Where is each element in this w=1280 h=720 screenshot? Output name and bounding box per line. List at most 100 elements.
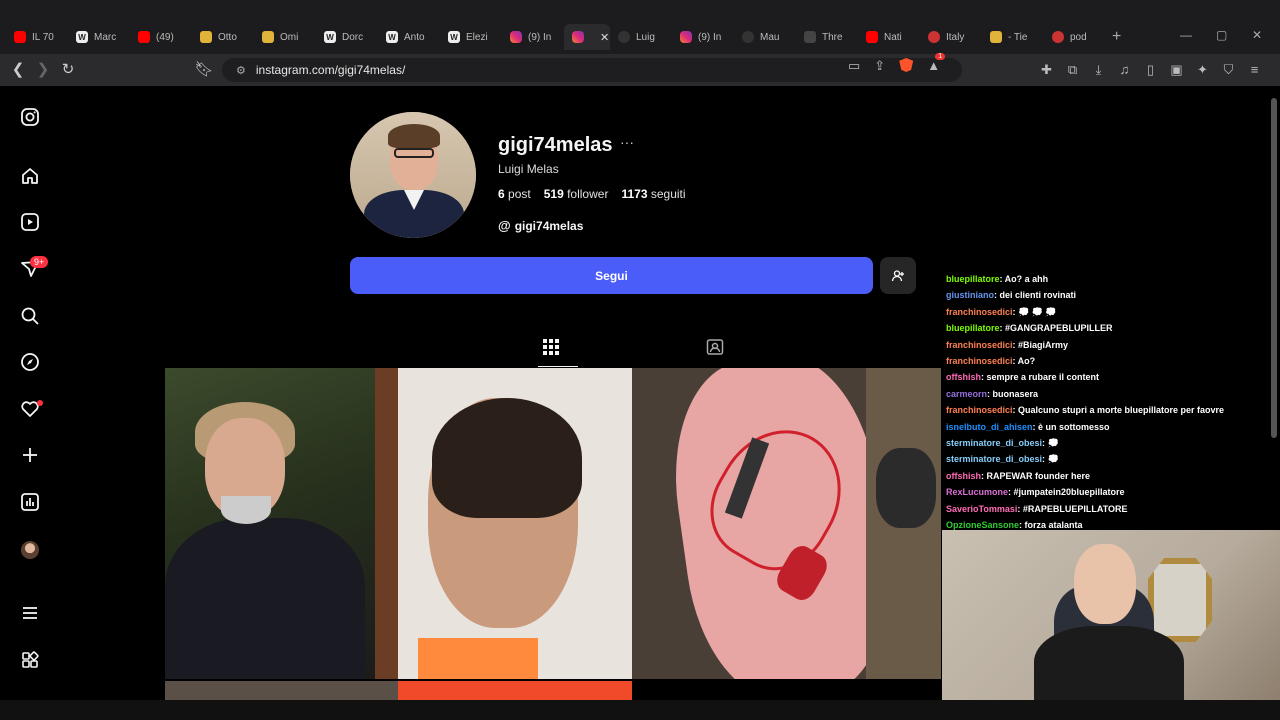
- scrollbar-thumb[interactable]: [1271, 98, 1277, 438]
- reels-icon[interactable]: [20, 212, 40, 232]
- browser-tab[interactable]: - Tie: [982, 24, 1044, 50]
- extensions-icon[interactable]: ✚: [1040, 62, 1053, 78]
- also-from-meta-icon[interactable]: [20, 650, 40, 670]
- search-icon[interactable]: [20, 306, 40, 326]
- browser-tab-strip: IL 70 W Marc (49) Otto Omi W Dorc W Anto W Elezi (9)…: [0, 0, 1280, 54]
- screenshot-icon[interactable]: ⧉: [1066, 62, 1079, 78]
- chat-username: SaverioTommasi: [946, 503, 1018, 514]
- browser-tab[interactable]: (49): [130, 24, 192, 50]
- url-text: instagram.com/gigi74melas/: [255, 63, 406, 77]
- browser-tab[interactable]: Mau: [734, 24, 796, 50]
- browser-tab[interactable]: W Elezi: [440, 24, 502, 50]
- chat-message: giustiniano: dei clienti rovinati: [946, 287, 1280, 303]
- home-icon[interactable]: [20, 166, 40, 186]
- chat-message: SaverioTommasi: #RAPEBLUEPILLATORE: [946, 501, 1280, 517]
- dashboard-icon[interactable]: [20, 492, 40, 512]
- browser-tab[interactable]: pod: [1044, 24, 1106, 50]
- browser-tab[interactable]: IL 70: [6, 24, 68, 50]
- brave-rewards-icon[interactable]: ▲ 1: [927, 53, 946, 74]
- chat-text: : #jumpatein20bluepillatore: [1008, 487, 1125, 498]
- threads-link[interactable]: @ gigi74melas: [498, 218, 583, 233]
- leo-icon[interactable]: ✦: [1196, 62, 1209, 78]
- browser-tab[interactable]: Omi: [254, 24, 316, 50]
- forward-icon[interactable]: ❯: [33, 60, 53, 78]
- share-icon[interactable]: ⇪: [874, 58, 885, 74]
- post-thumbnail[interactable]: [866, 368, 941, 679]
- browser-tab[interactable]: (9) In: [502, 24, 564, 50]
- youtube-icon: [866, 31, 878, 43]
- post-thumbnail[interactable]: [632, 368, 866, 679]
- profile-avatar-small[interactable]: [21, 541, 39, 559]
- browser-tab[interactable]: (9) In: [672, 24, 734, 50]
- browser-tab[interactable]: W Anto: [378, 24, 440, 50]
- site-icon: [990, 31, 1002, 43]
- chat-text: : dei clienti rovinati: [994, 290, 1077, 301]
- following-stat[interactable]: 1173 seguiti: [621, 187, 685, 201]
- chat-text: : forza atalanta: [1019, 520, 1083, 531]
- browser-tab[interactable]: Otto: [192, 24, 254, 50]
- chat-text: : #RAPEBLUEPILLATORE: [1017, 503, 1128, 514]
- following-label: seguiti: [650, 187, 686, 201]
- browser-tab[interactable]: W Marc: [68, 24, 130, 50]
- tagged-icon: [706, 339, 724, 355]
- followers-count: 519: [543, 187, 564, 201]
- chat-text: : RAPEWAR founder here: [981, 470, 1091, 481]
- options-icon[interactable]: ···: [620, 134, 634, 150]
- tab-title: Omi: [280, 31, 299, 43]
- profile-picture[interactable]: [350, 112, 476, 238]
- tagged-tab[interactable]: [706, 338, 724, 361]
- maximize-icon[interactable]: ▢: [1216, 28, 1227, 42]
- wikipedia-icon: W: [386, 31, 398, 43]
- follow-button[interactable]: Segui: [350, 257, 873, 294]
- download-icon[interactable]: ⤓: [1092, 62, 1105, 78]
- new-tab-button[interactable]: +: [1112, 28, 1121, 46]
- browser-tab[interactable]: ✕: [564, 24, 610, 50]
- chat-text: : #BiagiArmy: [1012, 339, 1069, 350]
- messages-badge: 9+: [30, 256, 49, 268]
- bookmark-icon[interactable]: 🔖︎: [194, 60, 214, 78]
- minimize-icon[interactable]: —: [1180, 28, 1192, 42]
- tab-title: IL 70: [32, 31, 54, 43]
- vpn-icon[interactable]: ⛉: [1222, 62, 1235, 78]
- site-info-icon[interactable]: ⚙: [236, 64, 246, 77]
- youtube-icon: [138, 31, 150, 43]
- close-tab-icon[interactable]: ✕: [600, 31, 609, 44]
- sidebar-toggle-icon[interactable]: ▯: [1144, 62, 1157, 78]
- browser-tab[interactable]: Nati: [858, 24, 920, 50]
- browser-tab[interactable]: Italy: [920, 24, 982, 50]
- create-icon[interactable]: [20, 445, 40, 465]
- browser-tab[interactable]: W Dorc: [316, 24, 378, 50]
- tab-title: Otto: [218, 31, 237, 43]
- suggested-users-button[interactable]: [880, 257, 916, 294]
- posts-grid-tab[interactable]: [542, 338, 560, 361]
- browser-tab[interactable]: Luig: [610, 24, 672, 50]
- page-scrollbar[interactable]: [1270, 86, 1278, 700]
- close-window-icon[interactable]: ✕: [1252, 28, 1262, 42]
- chat-message: franchinosedici: Ao?: [946, 353, 1280, 369]
- wallet-icon[interactable]: ▣: [1170, 62, 1183, 78]
- more-menu-icon[interactable]: [20, 603, 40, 623]
- explore-icon[interactable]: [20, 352, 40, 372]
- add-person-icon: [891, 269, 904, 281]
- profile-stats: 6 post 519 follower 1173 seguiti: [498, 187, 686, 201]
- brave-shields-icon[interactable]: [899, 58, 914, 72]
- post-thumbnail[interactable]: [398, 368, 632, 679]
- menu-icon[interactable]: ≡: [1248, 62, 1261, 78]
- chat-username: sterminatore_di_obesi: [946, 438, 1043, 449]
- active-tab-indicator: [538, 366, 578, 367]
- tab-title: (49): [156, 31, 174, 43]
- cast-icon[interactable]: ▭: [848, 58, 860, 74]
- post-thumbnail[interactable]: [398, 681, 632, 700]
- post-thumbnail[interactable]: [165, 681, 398, 700]
- browser-tab[interactable]: Thre: [796, 24, 858, 50]
- media-icon[interactable]: ♫: [1118, 62, 1131, 78]
- instagram-logo-icon[interactable]: [20, 107, 40, 127]
- reload-icon[interactable]: ↻: [58, 60, 78, 78]
- chat-message: isnelbuto_di_ahisen: è un sottomesso: [946, 419, 1280, 435]
- post-thumbnail[interactable]: [165, 368, 398, 679]
- chat-username: isnelbuto_di_ahisen: [946, 421, 1033, 432]
- chat-text: : 💭: [1042, 438, 1059, 449]
- back-icon[interactable]: ❮: [8, 60, 28, 78]
- followers-stat[interactable]: 519 follower: [544, 187, 609, 201]
- chat-username: franchinosedici: [946, 306, 1013, 317]
